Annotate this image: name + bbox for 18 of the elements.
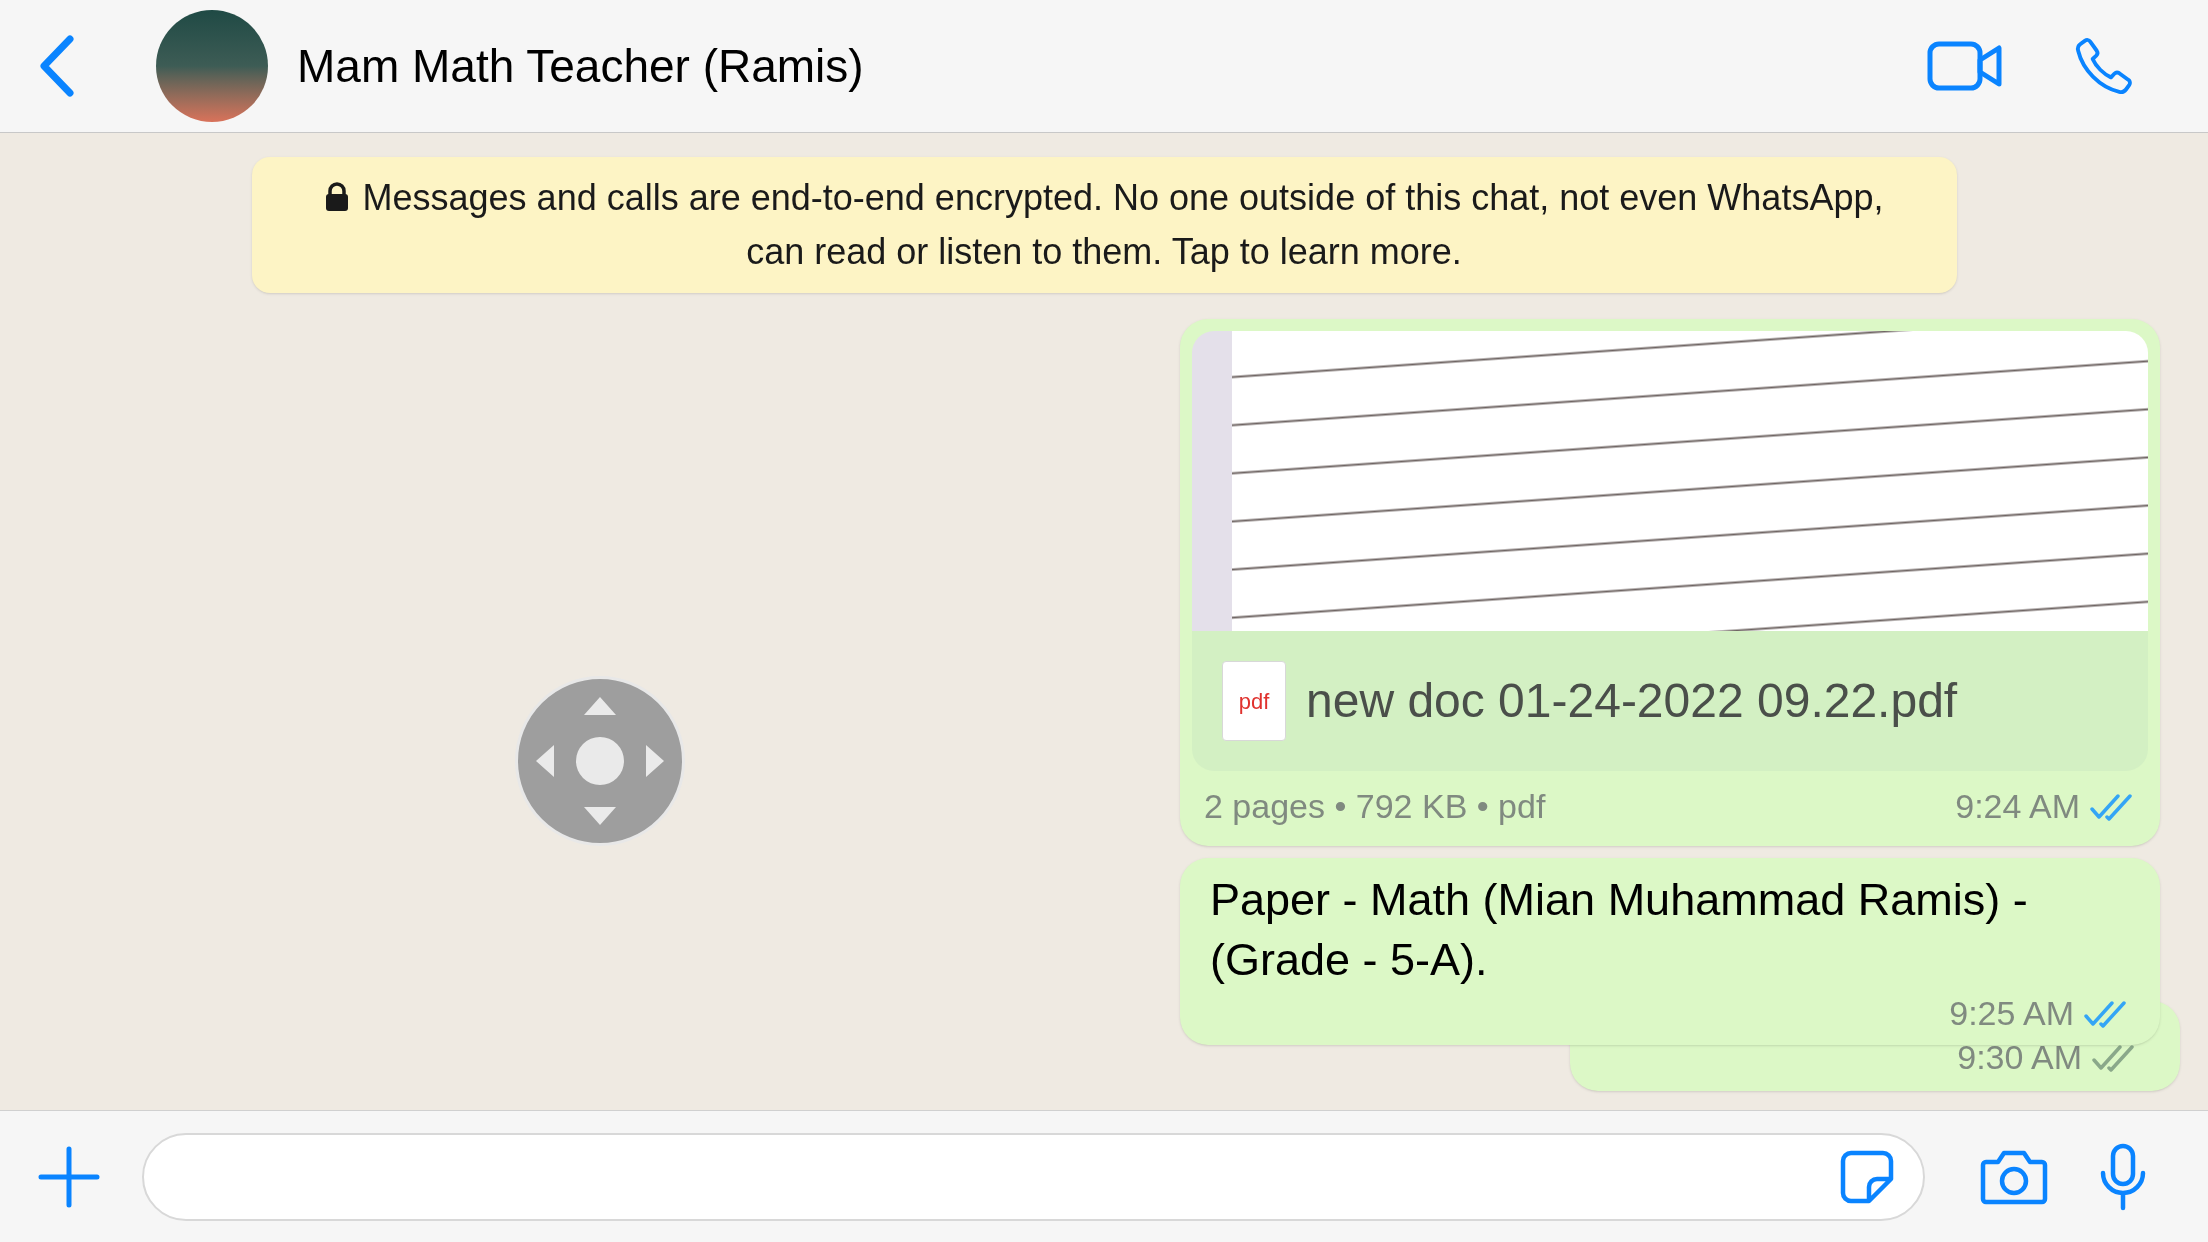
document-message[interactable]: pdf new doc 01-24-2022 09.22.pdf 2 pages • 792 KB • pdf 9:24 AM	[1180, 319, 2160, 846]
text-message[interactable]: Paper - Math (Mian Muhammad Ramis) - (Grade - 5-A). 9:25 AM	[1180, 858, 2160, 1045]
video-call-icon[interactable]	[1927, 40, 2003, 92]
message-time: 9:24 AM	[1955, 786, 2080, 827]
lock-icon	[324, 182, 349, 212]
file-row[interactable]: pdf new doc 01-24-2022 09.22.pdf	[1192, 631, 2148, 771]
encryption-notice[interactable]: Messages and calls are end-to-end encrypted. No one outside of this chat, not even WhatsApp, can read or listen to them. Tap to learn more.	[251, 157, 1957, 293]
contact-name[interactable]: Mam Math Teacher (Ramis)	[297, 31, 864, 101]
sticker-icon[interactable]	[1839, 1148, 1895, 1205]
plus-icon[interactable]	[38, 1145, 100, 1208]
microphone-icon[interactable]	[2098, 1142, 2148, 1211]
back-icon[interactable]	[38, 35, 76, 97]
message-text: Paper - Math (Mian Muhammad Ramis) - (Grade - 5-A).	[1210, 873, 2029, 987]
file-icon: pdf	[1222, 661, 1286, 741]
file-details: 2 pages • 792 KB • pdf	[1204, 786, 1546, 827]
encryption-text: Messages and calls are end-to-end encrypted. No one outside of this chat, not even WhatsApp, can read or listen to them. Tap to learn more.	[362, 177, 1884, 272]
phone-icon[interactable]	[2073, 35, 2135, 97]
file-name: new doc 01-24-2022 09.22.pdf	[1306, 673, 1958, 729]
